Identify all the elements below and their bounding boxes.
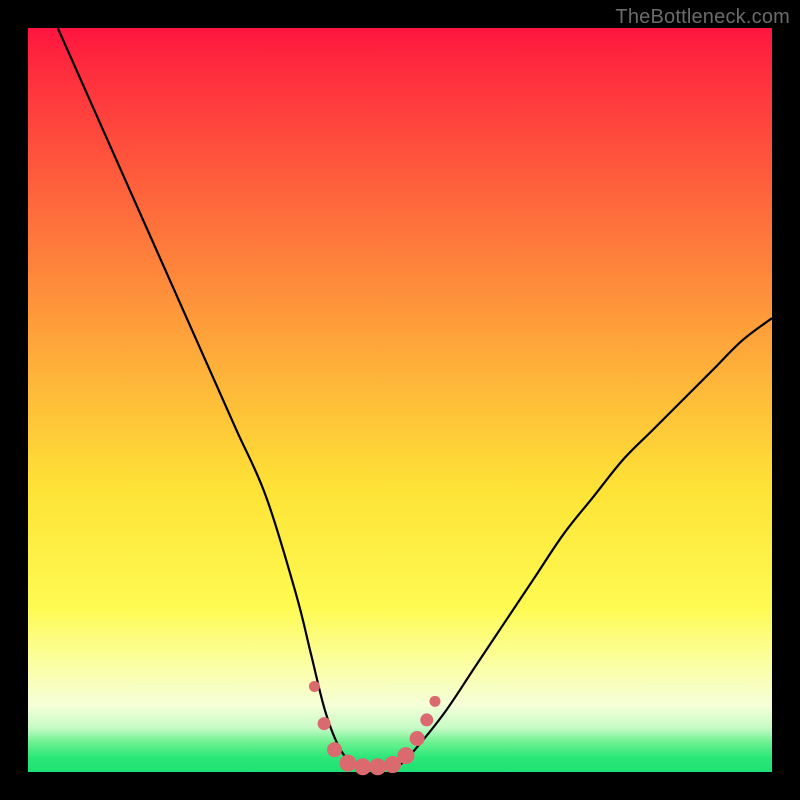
curve-marker xyxy=(410,732,424,746)
curve-marker xyxy=(421,714,433,726)
curve-marker xyxy=(355,759,371,775)
curve-markers xyxy=(309,681,440,774)
curve-marker xyxy=(318,718,330,730)
curve-marker xyxy=(328,743,342,757)
chart-plot-area xyxy=(28,28,772,772)
chart-frame: TheBottleneck.com xyxy=(0,0,800,800)
chart-svg xyxy=(28,28,772,772)
curve-marker xyxy=(309,681,319,691)
curve-marker xyxy=(340,755,356,771)
watermark-text: TheBottleneck.com xyxy=(615,6,790,29)
curve-marker xyxy=(398,748,414,764)
curve-marker xyxy=(370,759,386,775)
curve-marker xyxy=(430,696,440,706)
bottleneck-curve xyxy=(58,28,772,769)
